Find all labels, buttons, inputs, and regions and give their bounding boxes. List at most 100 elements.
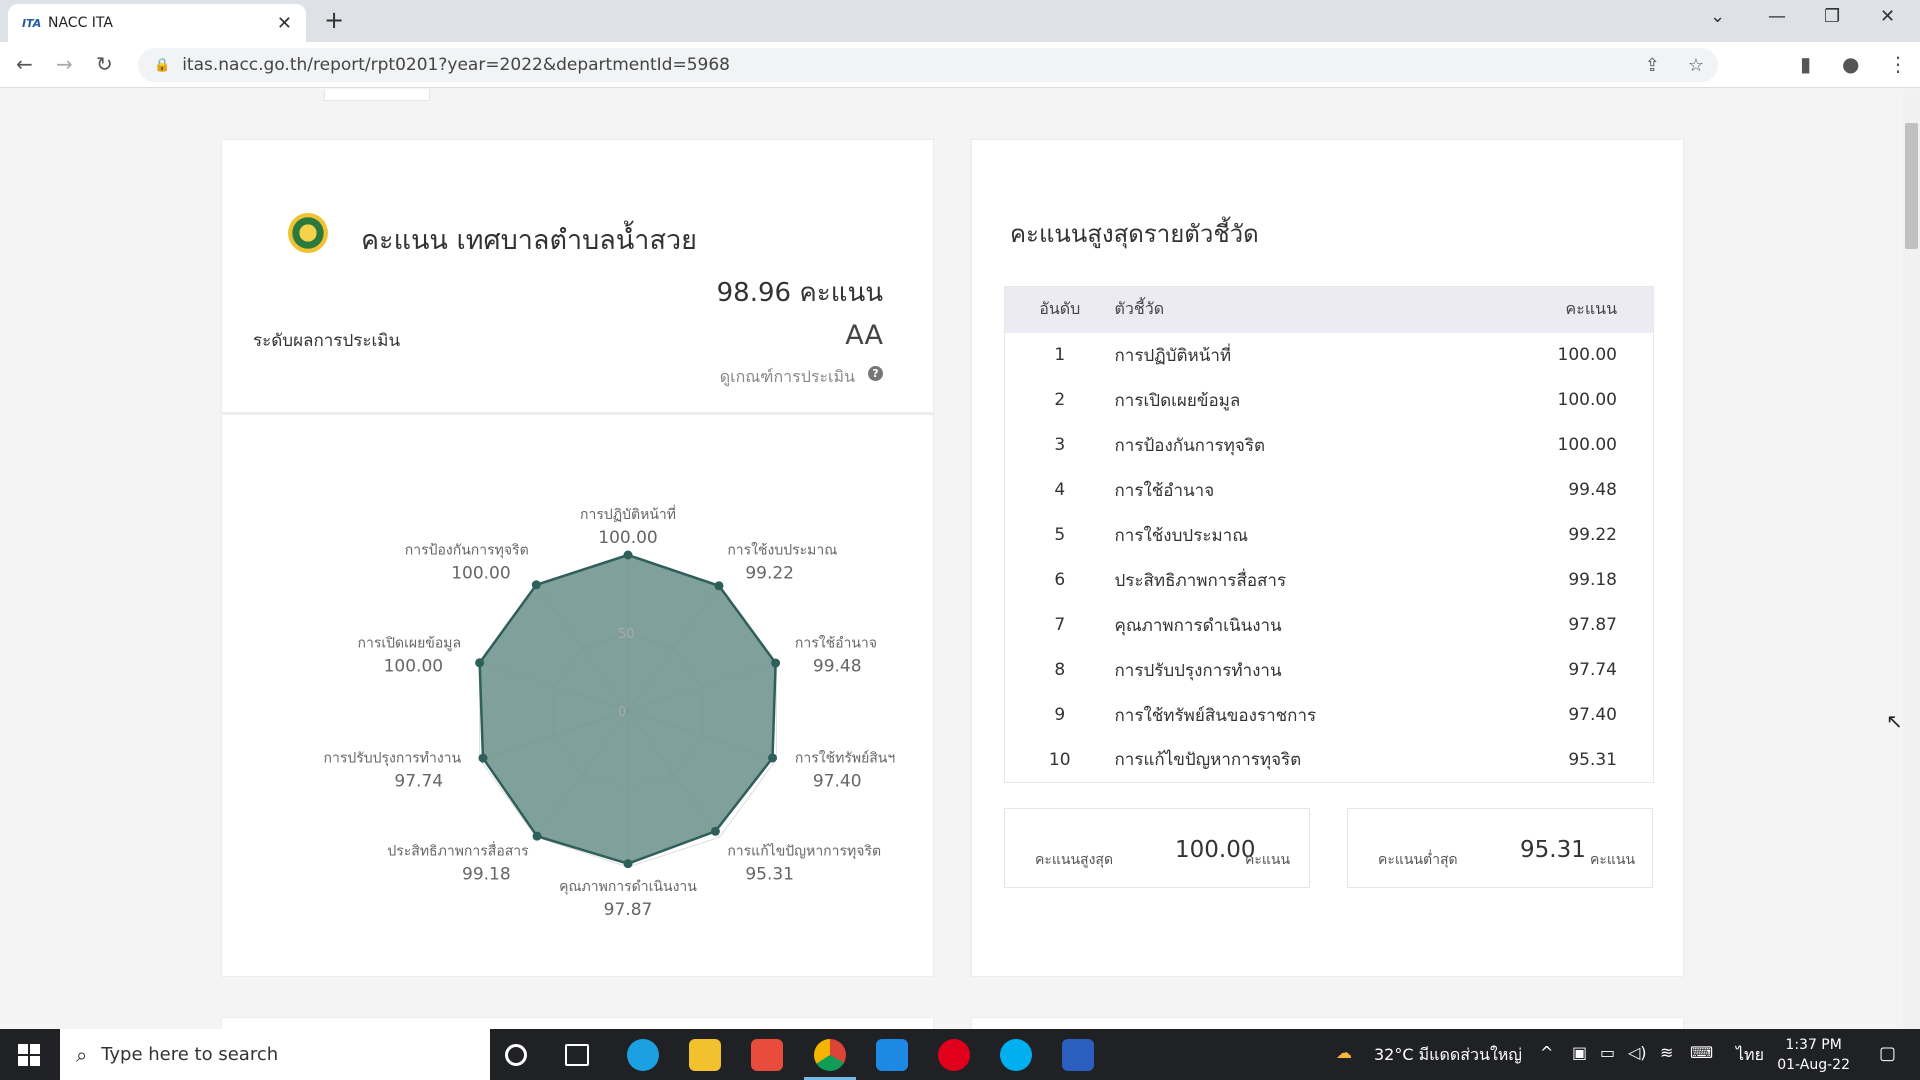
cortana-icon[interactable] — [505, 1044, 527, 1066]
table-row: 1 การปฏิบัติหน้าที่ 100.00 — [1005, 333, 1654, 378]
taskbar-search[interactable]: ⌕ Type here to search — [60, 1029, 490, 1080]
table-row: 6 ประสิทธิภาพการสื่อสาร 99.18 — [1005, 558, 1654, 603]
close-window-icon[interactable]: ✕ — [1880, 6, 1895, 27]
minimize-icon[interactable]: — — [1768, 6, 1786, 27]
side-panel-icon[interactable]: ▮ — [1800, 52, 1811, 76]
keyboard-icon[interactable]: ⌨ — [1690, 1043, 1713, 1062]
min-score-value: 95.31 — [1520, 837, 1586, 863]
file-explorer-icon[interactable] — [689, 1039, 721, 1071]
radar-point[interactable] — [710, 826, 720, 836]
mail-icon[interactable] — [876, 1039, 908, 1071]
address-bar[interactable]: 🔒 itas.nacc.go.th/report/rpt0201?year=20… — [138, 48, 1718, 82]
chrome-icon[interactable] — [814, 1039, 846, 1071]
reload-icon[interactable]: ↻ — [96, 52, 113, 76]
table-row: 5 การใช้งบประมาณ 99.22 — [1005, 513, 1654, 558]
indicator-cell: การป้องกันการทุจริต — [1114, 435, 1266, 456]
notification-icon[interactable]: ▢ — [1879, 1043, 1896, 1064]
site-favicon-icon: ITA — [22, 16, 42, 30]
radar-tick-label: 50 — [618, 627, 635, 642]
network-icon[interactable]: ≋ — [1660, 1043, 1673, 1062]
max-score-value: 100.00 — [1175, 837, 1256, 863]
scrollbar-thumb[interactable] — [1905, 123, 1918, 249]
url-text[interactable]: itas.nacc.go.th/report/rpt0201?year=2022… — [182, 55, 1631, 75]
page-content: คะแนน เทศบาลตำบลน้ำสวย 98.96 คะแนน ระดับ… — [0, 89, 1920, 1029]
radar-value-label: 97.87 — [604, 900, 653, 920]
score-cell: 100.00 — [1557, 435, 1617, 455]
table-row: 3 การป้องกันการทุจริต 100.00 — [1005, 423, 1654, 468]
min-score-unit: คะแนน — [1590, 852, 1636, 868]
radar-point[interactable] — [771, 658, 781, 668]
share-icon[interactable]: ⇪ — [1645, 55, 1660, 76]
table-row: 2 การเปิดเผยข้อมูล 100.00 — [1005, 378, 1654, 423]
battery-icon[interactable]: ▭ — [1600, 1043, 1615, 1062]
volume-icon[interactable]: ◁) — [1628, 1043, 1647, 1062]
next-card-left — [221, 1017, 934, 1029]
skype-icon[interactable] — [1000, 1039, 1032, 1071]
restore-icon[interactable]: ❐ — [1824, 6, 1840, 27]
criteria-link[interactable]: ดูเกณฑ์การประเมิน — [720, 365, 855, 390]
radar-value-label: 100.00 — [451, 564, 510, 584]
rank-cell: 3 — [1054, 435, 1066, 455]
page-scrollbar[interactable] — [1903, 89, 1920, 1029]
clock-date: 01-Aug-22 — [1777, 1057, 1850, 1073]
forward-icon[interactable]: → — [56, 52, 73, 76]
score-cell: 99.48 — [1568, 480, 1617, 500]
indicator-cell: การใช้งบประมาณ — [1114, 525, 1248, 546]
weather-text[interactable]: 32°C มีแดดส่วนใหญ่ — [1374, 1043, 1522, 1068]
opera-icon[interactable] — [938, 1039, 970, 1071]
radar-point[interactable] — [623, 859, 633, 869]
indicator-cell: การเปิดเผยข้อมูล — [1114, 390, 1241, 411]
table-row: 8 การปรับปรุงการทำงาน 97.74 — [1005, 648, 1654, 693]
menu-icon[interactable]: ⋮ — [1888, 52, 1908, 76]
profile-icon[interactable]: ● — [1842, 52, 1859, 76]
system-clock[interactable]: 1:37 PM 01-Aug-22 — [1777, 1035, 1850, 1075]
grade-value: AA — [845, 320, 883, 351]
radar-axis-label: การปรับปรุงการทำงาน — [323, 750, 461, 766]
browser-tab-bar: ITA NACC ITA ✕ + ⌄ — ❐ ✕ — [0, 0, 1920, 42]
search-icon: ⌕ — [76, 1042, 88, 1067]
rank-cell: 7 — [1054, 615, 1066, 635]
page-tab-stub — [324, 89, 430, 101]
score-cell: 97.40 — [1568, 705, 1617, 725]
tab-search-icon[interactable]: ⌄ — [1710, 6, 1725, 27]
windows-taskbar: ⌕ Type here to search ☁ 32°C มีแดดส่วนให… — [0, 1029, 1920, 1080]
radar-point[interactable] — [768, 753, 778, 763]
radar-axis-label: การเปิดเผยข้อมูล — [357, 636, 461, 652]
header-rank: อันดับ — [1004, 286, 1115, 333]
radar-point[interactable] — [531, 580, 541, 590]
edge-icon[interactable] — [627, 1039, 659, 1071]
weather-icon[interactable]: ☁ — [1336, 1043, 1352, 1062]
tray-chevron-icon[interactable]: ^ — [1540, 1043, 1553, 1062]
radar-point[interactable] — [623, 550, 633, 560]
help-icon[interactable]: ? — [868, 366, 883, 381]
task-view-icon[interactable] — [565, 1044, 589, 1066]
score-cell: 99.22 — [1568, 525, 1617, 545]
radar-point[interactable] — [714, 581, 724, 591]
score-cell: 100.00 — [1557, 390, 1617, 410]
app-w-icon[interactable] — [1062, 1039, 1094, 1071]
table-row: 9 การใช้ทรัพย์สินของราชการ 97.40 — [1005, 693, 1654, 738]
indicator-cell: การใช้ทรัพย์สินของราชการ — [1114, 705, 1317, 726]
ranking-title: คะแนนสูงสุดรายตัวชี้วัด — [1010, 220, 1259, 248]
back-icon[interactable]: ← — [16, 52, 33, 76]
windows-start-icon[interactable] — [18, 1044, 40, 1066]
language-indicator[interactable]: ไทย — [1736, 1043, 1764, 1068]
close-tab-icon[interactable]: ✕ — [277, 13, 292, 34]
new-tab-icon[interactable]: + — [324, 6, 344, 34]
score-card: คะแนน เทศบาลตำบลน้ำสวย 98.96 คะแนน ระดับ… — [221, 139, 934, 413]
indicator-cell: ประสิทธิภาพการสื่อสาร — [1114, 570, 1287, 591]
lock-icon[interactable]: 🔒 — [154, 58, 170, 73]
radar-axis-label: คุณภาพการดำเนินงาน — [559, 879, 697, 895]
total-score: 98.96 คะแนน — [716, 278, 883, 308]
radar-point[interactable] — [478, 753, 488, 763]
browser-tab[interactable]: ITA NACC ITA ✕ — [8, 4, 306, 42]
radar-value-label: 99.22 — [745, 564, 794, 584]
tray-app-icon[interactable]: ▣ — [1572, 1043, 1587, 1062]
bookmark-star-icon[interactable]: ☆ — [1688, 55, 1704, 76]
store-icon[interactable] — [751, 1039, 783, 1071]
radar-data-area — [478, 553, 777, 865]
min-score-label: คะแนนต่ำสุด — [1378, 852, 1458, 868]
radar-point[interactable] — [532, 831, 542, 841]
radar-chart-card: 0 50 การปฏิบัติหน้าที่ 100.00 การใช้งบประมาณ… — [221, 413, 934, 977]
radar-point[interactable] — [475, 658, 485, 668]
